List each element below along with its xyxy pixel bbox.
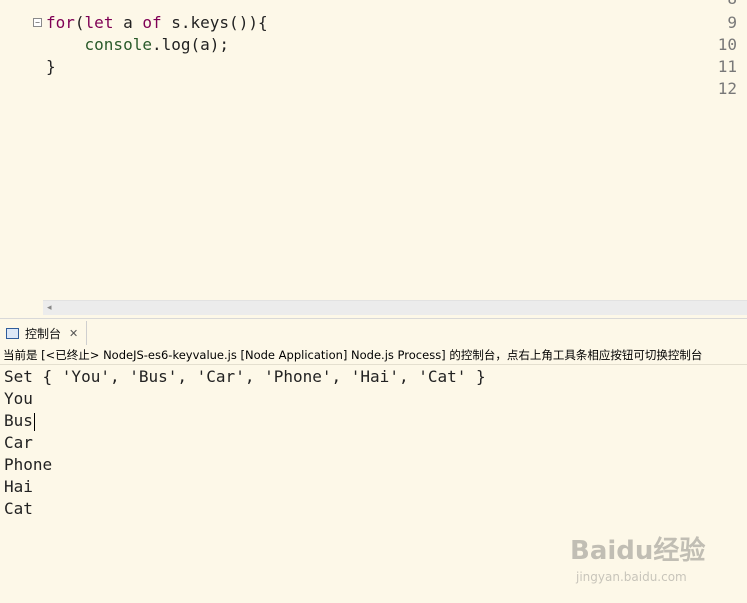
code-token: for <box>46 13 75 32</box>
baidu-jingyan-watermark: Baidu经验 jingyan.baidu.com <box>570 530 730 590</box>
console-output[interactable]: Set { 'You', 'Bus', 'Car', 'Phone', 'Hai… <box>4 366 744 520</box>
code-line: 8 <box>0 0 747 10</box>
console-output-line: Car <box>4 433 33 452</box>
line-number: 11 <box>717 57 737 76</box>
console-output-line: Phone <box>4 455 53 474</box>
code-line: 11} <box>0 56 747 78</box>
code-line: 10 console.log(a); <box>0 34 747 56</box>
code-line: 12 <box>0 78 747 100</box>
console-output-line: Bus <box>4 410 744 432</box>
console-monitor-icon <box>6 327 19 339</box>
code-token: console <box>46 35 152 54</box>
code-token: a <box>113 13 143 32</box>
console-output-line: Set { 'You', 'Bus', 'Car', 'Phone', 'Hai… <box>4 367 486 386</box>
line-number: 9 <box>727 13 737 32</box>
code-text: } <box>46 56 56 78</box>
code-token: let <box>84 13 114 32</box>
code-line: 9 − for(let a of s.keys()){ <box>0 12 747 34</box>
console-status-line: 当前是 [<已终止> NodeJS-es6-keyvalue.js [Node … <box>0 345 747 365</box>
tab-console[interactable]: 控制台 ✕ <box>0 321 87 345</box>
close-icon[interactable]: ✕ <box>69 327 78 340</box>
code-token: ( <box>74 13 85 32</box>
tab-console-label: 控制台 <box>25 326 62 341</box>
console-output-line: Cat <box>4 499 33 518</box>
fold-toggle-icon[interactable]: − <box>33 18 42 27</box>
code-editor[interactable]: 89−for(let a of s.keys()){10 console.log… <box>0 0 747 300</box>
code-token: .log(a); <box>151 35 230 54</box>
text-caret <box>33 412 35 431</box>
line-number: 12 <box>717 79 737 98</box>
horizontal-scrollbar[interactable]: ◂ <box>43 300 747 315</box>
line-number: 10 <box>717 35 737 54</box>
watermark-url: jingyan.baidu.com <box>576 570 687 584</box>
code-token: s.keys()){ <box>161 13 268 32</box>
watermark-logo-text: Baidu经验 <box>570 536 706 566</box>
code-text: for(let a of s.keys()){ <box>46 12 268 34</box>
code-text: console.log(a); <box>46 34 230 56</box>
scroll-left-arrow-icon[interactable]: ◂ <box>47 301 52 315</box>
console-output-line: You <box>4 389 33 408</box>
console-tab-bar: 控制台 ✕ <box>0 318 747 345</box>
code-token: of <box>142 13 162 32</box>
line-number: 8 <box>703 0 737 10</box>
console-output-text: Bus <box>4 411 33 430</box>
console-output-line: Hai <box>4 477 33 496</box>
code-token: } <box>46 57 56 76</box>
